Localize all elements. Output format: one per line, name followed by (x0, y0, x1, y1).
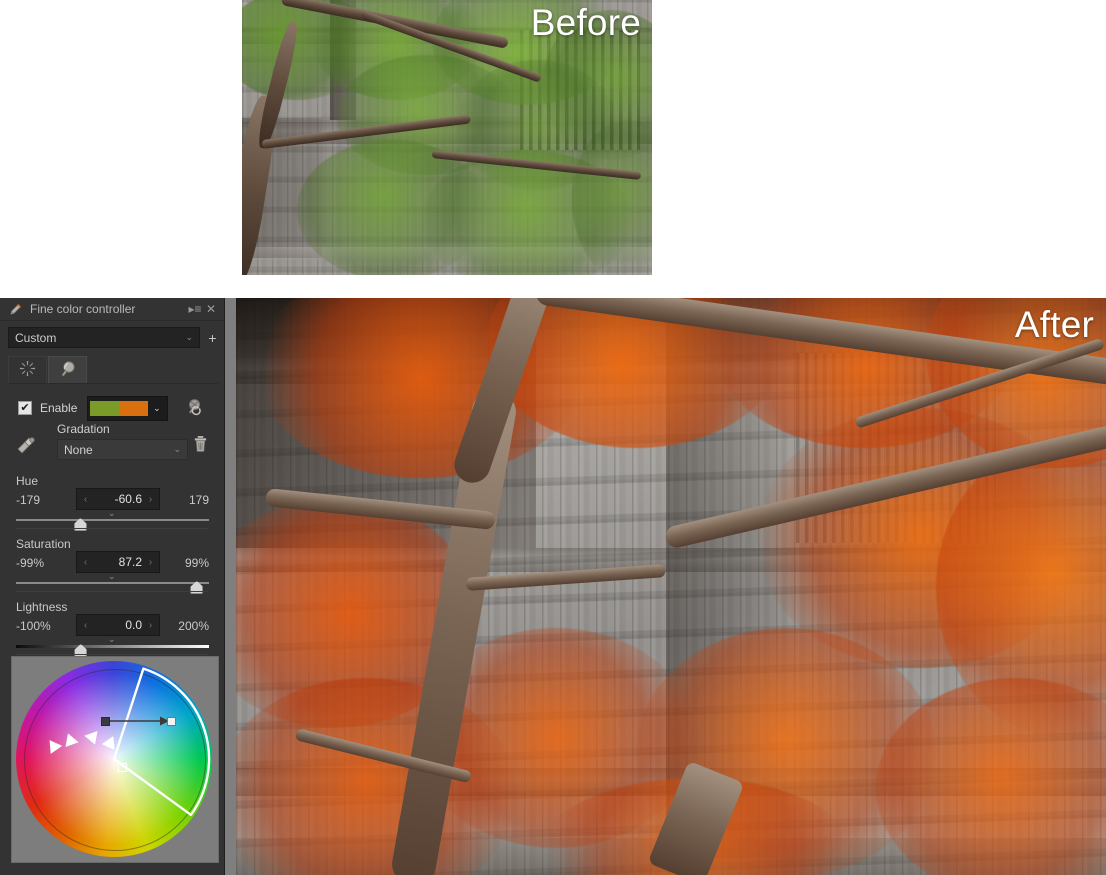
slider-track[interactable] (16, 582, 209, 584)
spinner-decrement-icon[interactable]: ‹ (81, 557, 90, 568)
magnifier-picker-icon (59, 360, 77, 381)
slider-value-spinner[interactable]: ‹ -60.6 › (76, 488, 160, 510)
swatch-orange-half (119, 400, 149, 416)
gradation-label: Gradation (57, 422, 110, 436)
before-photo: Before (242, 0, 652, 275)
slider-min-value: -99% (16, 556, 45, 570)
chevron-down-icon[interactable]: ⌄ (108, 634, 116, 645)
slider-value[interactable]: 0.0 (90, 618, 146, 632)
divider (16, 654, 209, 655)
divider (16, 591, 209, 592)
screenshot-root: Before After Fine color controller ▸≡ ✕ … (0, 0, 1106, 875)
slider-value[interactable]: 87.2 (90, 555, 146, 569)
gradation-mask-icon[interactable] (16, 436, 38, 459)
chevron-down-icon: ⌄ (173, 444, 181, 454)
preset-row: Custom ⌄ + (0, 321, 225, 348)
slider-value-spinner[interactable]: ‹ 87.2 › (76, 551, 160, 573)
gradation-block: Gradation None ⌄ (0, 422, 225, 466)
gradation-value: None (64, 442, 93, 457)
spinner-decrement-icon[interactable]: ‹ (81, 620, 90, 631)
trash-icon[interactable] (193, 435, 208, 456)
after-photo-content (236, 298, 1106, 875)
tab-strip (8, 356, 218, 384)
slider-stack: Hue -179 179 ‹ -60.6 › ⌄ Saturation -99% 99% ‹ 87.2… (0, 474, 225, 657)
selection-target-line (104, 716, 169, 726)
slider-group-lightness: Lightness -100% 200% ‹ 0.0 › ⌄ (0, 600, 225, 657)
selection-target-dot[interactable] (167, 717, 176, 726)
slider-group-saturation: Saturation -99% 99% ‹ 87.2 › ⌄ (0, 537, 225, 594)
swatch-green-half (90, 400, 120, 416)
slider-max-value: 200% (178, 619, 209, 633)
spinner-increment-icon[interactable]: › (146, 620, 155, 631)
slider-label: Hue (16, 474, 39, 488)
chevron-down-icon[interactable]: ⌄ (108, 508, 116, 519)
slider-label: Lightness (16, 600, 68, 614)
spinner-increment-icon[interactable]: › (146, 557, 155, 568)
add-preset-button[interactable]: + (206, 330, 219, 346)
spinner-increment-icon[interactable]: › (146, 494, 155, 505)
slider-min-value: -179 (16, 493, 41, 507)
panel-titlebar: Fine color controller ▸≡ ✕ (0, 298, 225, 321)
color-pick-reset-icon[interactable] (186, 397, 205, 419)
slider-max-value: 179 (188, 493, 209, 507)
slider-group-hue: Hue -179 179 ‹ -60.6 › ⌄ (0, 474, 225, 531)
panel-menu-icon[interactable]: ▸≡ (187, 301, 203, 317)
color-picker-brush-icon (8, 302, 23, 317)
panel-right-edge[interactable] (224, 298, 236, 875)
chevron-down-icon: ⌄ (153, 402, 161, 413)
enable-label: Enable (40, 401, 78, 415)
enable-checkbox[interactable]: ✔ (18, 401, 32, 415)
spread-star-icon (19, 360, 36, 380)
slider-max-value: 99% (184, 556, 209, 570)
tab-color-picker[interactable] (48, 356, 87, 383)
chevron-down-icon[interactable]: ⌄ (108, 571, 116, 582)
after-label: After (1014, 304, 1094, 345)
neutral-marker[interactable] (118, 763, 127, 772)
panel-inner: Fine color controller ▸≡ ✕ Custom ⌄ + ✔ … (0, 298, 225, 875)
slider-track[interactable] (16, 645, 209, 648)
chevron-down-icon: ⌄ (185, 332, 193, 342)
close-icon[interactable]: ✕ (203, 301, 219, 317)
selection-center-dot[interactable] (101, 717, 110, 726)
enable-row: ✔ Enable ⌄ (18, 395, 225, 421)
color-range-swatch (90, 400, 149, 416)
fine-color-controller-panel: Fine color controller ▸≡ ✕ Custom ⌄ + ✔ … (0, 298, 236, 875)
slider-track[interactable] (16, 519, 209, 521)
hue-selection-wheel[interactable] (11, 656, 219, 863)
tab-spread-range[interactable] (8, 356, 47, 383)
after-photo: After (236, 298, 1106, 875)
spinner-decrement-icon[interactable]: ‹ (81, 494, 90, 505)
preset-select[interactable]: Custom ⌄ (8, 327, 200, 348)
slider-min-value: -100% (16, 619, 51, 633)
slider-label: Saturation (16, 537, 71, 551)
gradation-select[interactable]: None ⌄ (57, 439, 188, 460)
slider-value-spinner[interactable]: ‹ 0.0 › (76, 614, 160, 636)
divider (16, 528, 209, 529)
slider-value[interactable]: -60.6 (90, 492, 146, 506)
panel-title: Fine color controller (30, 302, 136, 316)
preset-value: Custom (15, 330, 57, 345)
before-label: Before (530, 2, 641, 43)
color-range-swatch-select[interactable]: ⌄ (87, 395, 169, 421)
